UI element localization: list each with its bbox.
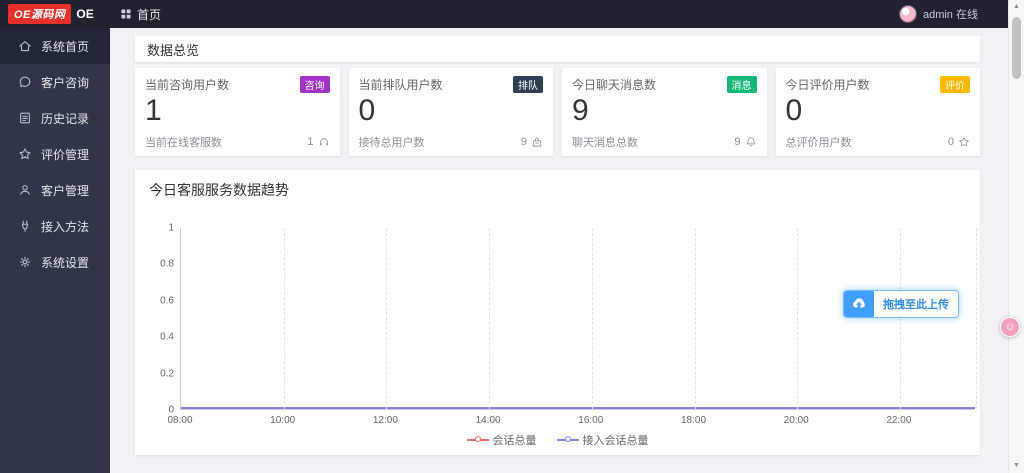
user-status-label: admin 在线 — [922, 9, 978, 21]
stat-card-label: 今日评价用户数 — [785, 78, 870, 92]
sidebar-item-label: 系统设置 — [41, 255, 90, 270]
logo-oe-text: OE — [76, 7, 94, 21]
y-tick-label: 0.8 — [160, 258, 174, 270]
stat-card-footer-value: 0 — [947, 136, 954, 148]
x-tick-label: 16:00 — [578, 415, 604, 426]
sidebar-item-consult[interactable]: 客户咨询 — [0, 64, 110, 100]
bell-icon — [745, 136, 757, 148]
upload-label: 拖拽至此上传 — [883, 299, 949, 311]
cloud-upload-icon — [844, 291, 874, 317]
logo-badge-red: OE源码网 — [8, 4, 72, 24]
chart-title: 今日客服服务数据趋势 — [149, 182, 289, 198]
series-line — [181, 407, 975, 409]
chart-x-axis: 08:00 10:00 12:00 14:00 16:00 18:00 20:00 22:00 — [167, 415, 975, 429]
sidebar-nav: 系统首页客户咨询历史记录评价管理客户管理接入方法系统设置 — [0, 28, 110, 473]
sidebar-item-home[interactable]: 系统首页 — [0, 28, 110, 64]
stat-card-review-users: 今日评价用户数 评价 0 总评价用户数 0 — [775, 68, 980, 156]
x-tick-label: 18:00 — [680, 415, 707, 426]
legend-item[interactable]: 接入会话总量 — [556, 432, 649, 448]
scrollbar[interactable]: ▲ ▼ — [1008, 0, 1024, 473]
stat-card-value: 1 — [145, 94, 162, 127]
stat-card-footer-value: 1 — [307, 136, 314, 148]
stat-card-value: 9 — [572, 94, 589, 127]
stat-card-footer-value: 9 — [734, 136, 741, 148]
y-tick-label: 0.2 — [160, 368, 174, 380]
stat-card-badge: 消息 — [726, 76, 757, 93]
y-tick-label: 0.4 — [160, 331, 174, 343]
stat-card-badge: 评价 — [940, 76, 970, 93]
stat-card-footer-label: 聊天消息总数 — [572, 137, 638, 149]
stat-card-value: 0 — [358, 94, 376, 127]
chart-panel: 今日客服服务数据趋势 0 0.2 0.4 0.6 0.8 1 08:00 10:00 12:0… — [135, 170, 980, 455]
y-tick-label: 0 — [168, 404, 174, 416]
sidebar-item-settings[interactable]: 系统设置 — [0, 244, 110, 280]
app-logo: OE源码网 OE — [0, 4, 110, 24]
sidebar-item-reviews[interactable]: 评价管理 — [0, 136, 110, 172]
stat-card-badge: 排队 — [513, 76, 543, 93]
stat-cards-row: 当前咨询用户数 咨询 1 当前在线客服数 1 当前排队用户数 排队 0 接待总用户数 9 今日聊天消… — [135, 68, 980, 156]
upload-dropzone[interactable]: 拖拽至此上传 — [843, 290, 959, 318]
chart-legend: 会话总量 接入会话总量 — [135, 432, 980, 448]
stat-card-queue-users: 当前排队用户数 排队 0 接待总用户数 9 — [348, 68, 553, 156]
breadcrumb-label: 首页 — [137, 7, 162, 22]
user-menu[interactable]: admin 在线 — [898, 5, 1008, 23]
sidebar-item-label: 系统首页 — [41, 39, 90, 54]
stat-card-chat-messages: 今日聊天消息数 消息 9 聊天消息总数 9 — [562, 68, 767, 156]
stat-card-badge: 咨询 — [299, 76, 330, 93]
stat-card-label: 当前咨询用户数 — [145, 78, 230, 92]
plug-icon — [18, 219, 32, 233]
x-tick-label: 14:00 — [475, 415, 501, 426]
sidebar-item-customers[interactable]: 客户管理 — [0, 172, 110, 208]
scrollbar-thumb[interactable] — [1012, 17, 1021, 79]
legend-label: 接入会话总量 — [582, 435, 649, 447]
sidebar-item-label: 历史记录 — [41, 111, 90, 126]
sidebar-item-label: 接入方法 — [41, 219, 90, 234]
headset-icon — [318, 136, 330, 148]
breadcrumb[interactable]: 首页 — [120, 6, 161, 23]
scroll-up-icon[interactable]: ▲ — [1009, 0, 1024, 14]
stat-card-value: 0 — [785, 94, 803, 127]
history-icon — [18, 111, 32, 125]
x-tick-label: 12:00 — [372, 415, 398, 426]
building-icon — [531, 136, 543, 148]
legend-marker-icon — [556, 435, 579, 445]
x-tick-label: 10:00 — [270, 415, 296, 426]
x-tick-label: 08:00 — [167, 415, 193, 426]
sidebar-item-access[interactable]: 接入方法 — [0, 208, 110, 244]
y-tick-label: 0.6 — [160, 295, 174, 307]
stat-card-label: 当前排队用户数 — [358, 78, 443, 92]
scroll-down-icon[interactable]: ▼ — [1009, 459, 1024, 473]
sidebar-item-label: 客户咨询 — [41, 75, 90, 90]
x-tick-label: 22:00 — [886, 415, 912, 426]
stat-card-footer-label: 当前在线客服数 — [145, 137, 222, 149]
sidebar-item-history[interactable]: 历史记录 — [0, 100, 110, 136]
overview-panel: 数据总览 — [135, 36, 980, 62]
sidebar-item-label: 评价管理 — [41, 147, 90, 162]
stat-card-footer-label: 接待总用户数 — [358, 137, 425, 149]
stat-card-label: 今日聊天消息数 — [572, 78, 657, 92]
line-chart-plot — [180, 228, 977, 410]
sidebar-item-label: 客户管理 — [41, 183, 90, 198]
star-icon — [18, 147, 32, 161]
legend-label: 会话总量 — [492, 435, 537, 447]
legend-item[interactable]: 会话总量 — [466, 432, 537, 448]
home-icon — [18, 39, 32, 53]
top-header: OE源码网 OE 首页 admin 在线 — [0, 0, 1008, 28]
avatar — [898, 5, 917, 23]
stat-card-footer-label: 总评价用户数 — [785, 137, 852, 149]
main-content: 数据总览 当前咨询用户数 咨询 1 当前在线客服数 1 当前排队用户数 排队 0 接待总用户数 9… — [110, 28, 1008, 473]
overview-title: 数据总览 — [147, 42, 200, 58]
x-tick-label: 20:00 — [783, 415, 809, 426]
stat-card-footer-value: 9 — [520, 136, 527, 148]
grid-icon — [120, 8, 132, 20]
users-icon — [18, 183, 32, 197]
star-icon — [958, 136, 970, 148]
y-tick-label: 1 — [168, 222, 174, 234]
legend-marker-icon — [466, 435, 489, 445]
floating-service-button[interactable]: ☺ — [1000, 317, 1020, 337]
chat-icon — [18, 75, 32, 89]
gear-icon — [18, 255, 32, 269]
stat-card-consulting-users: 当前咨询用户数 咨询 1 当前在线客服数 1 — [135, 68, 340, 156]
